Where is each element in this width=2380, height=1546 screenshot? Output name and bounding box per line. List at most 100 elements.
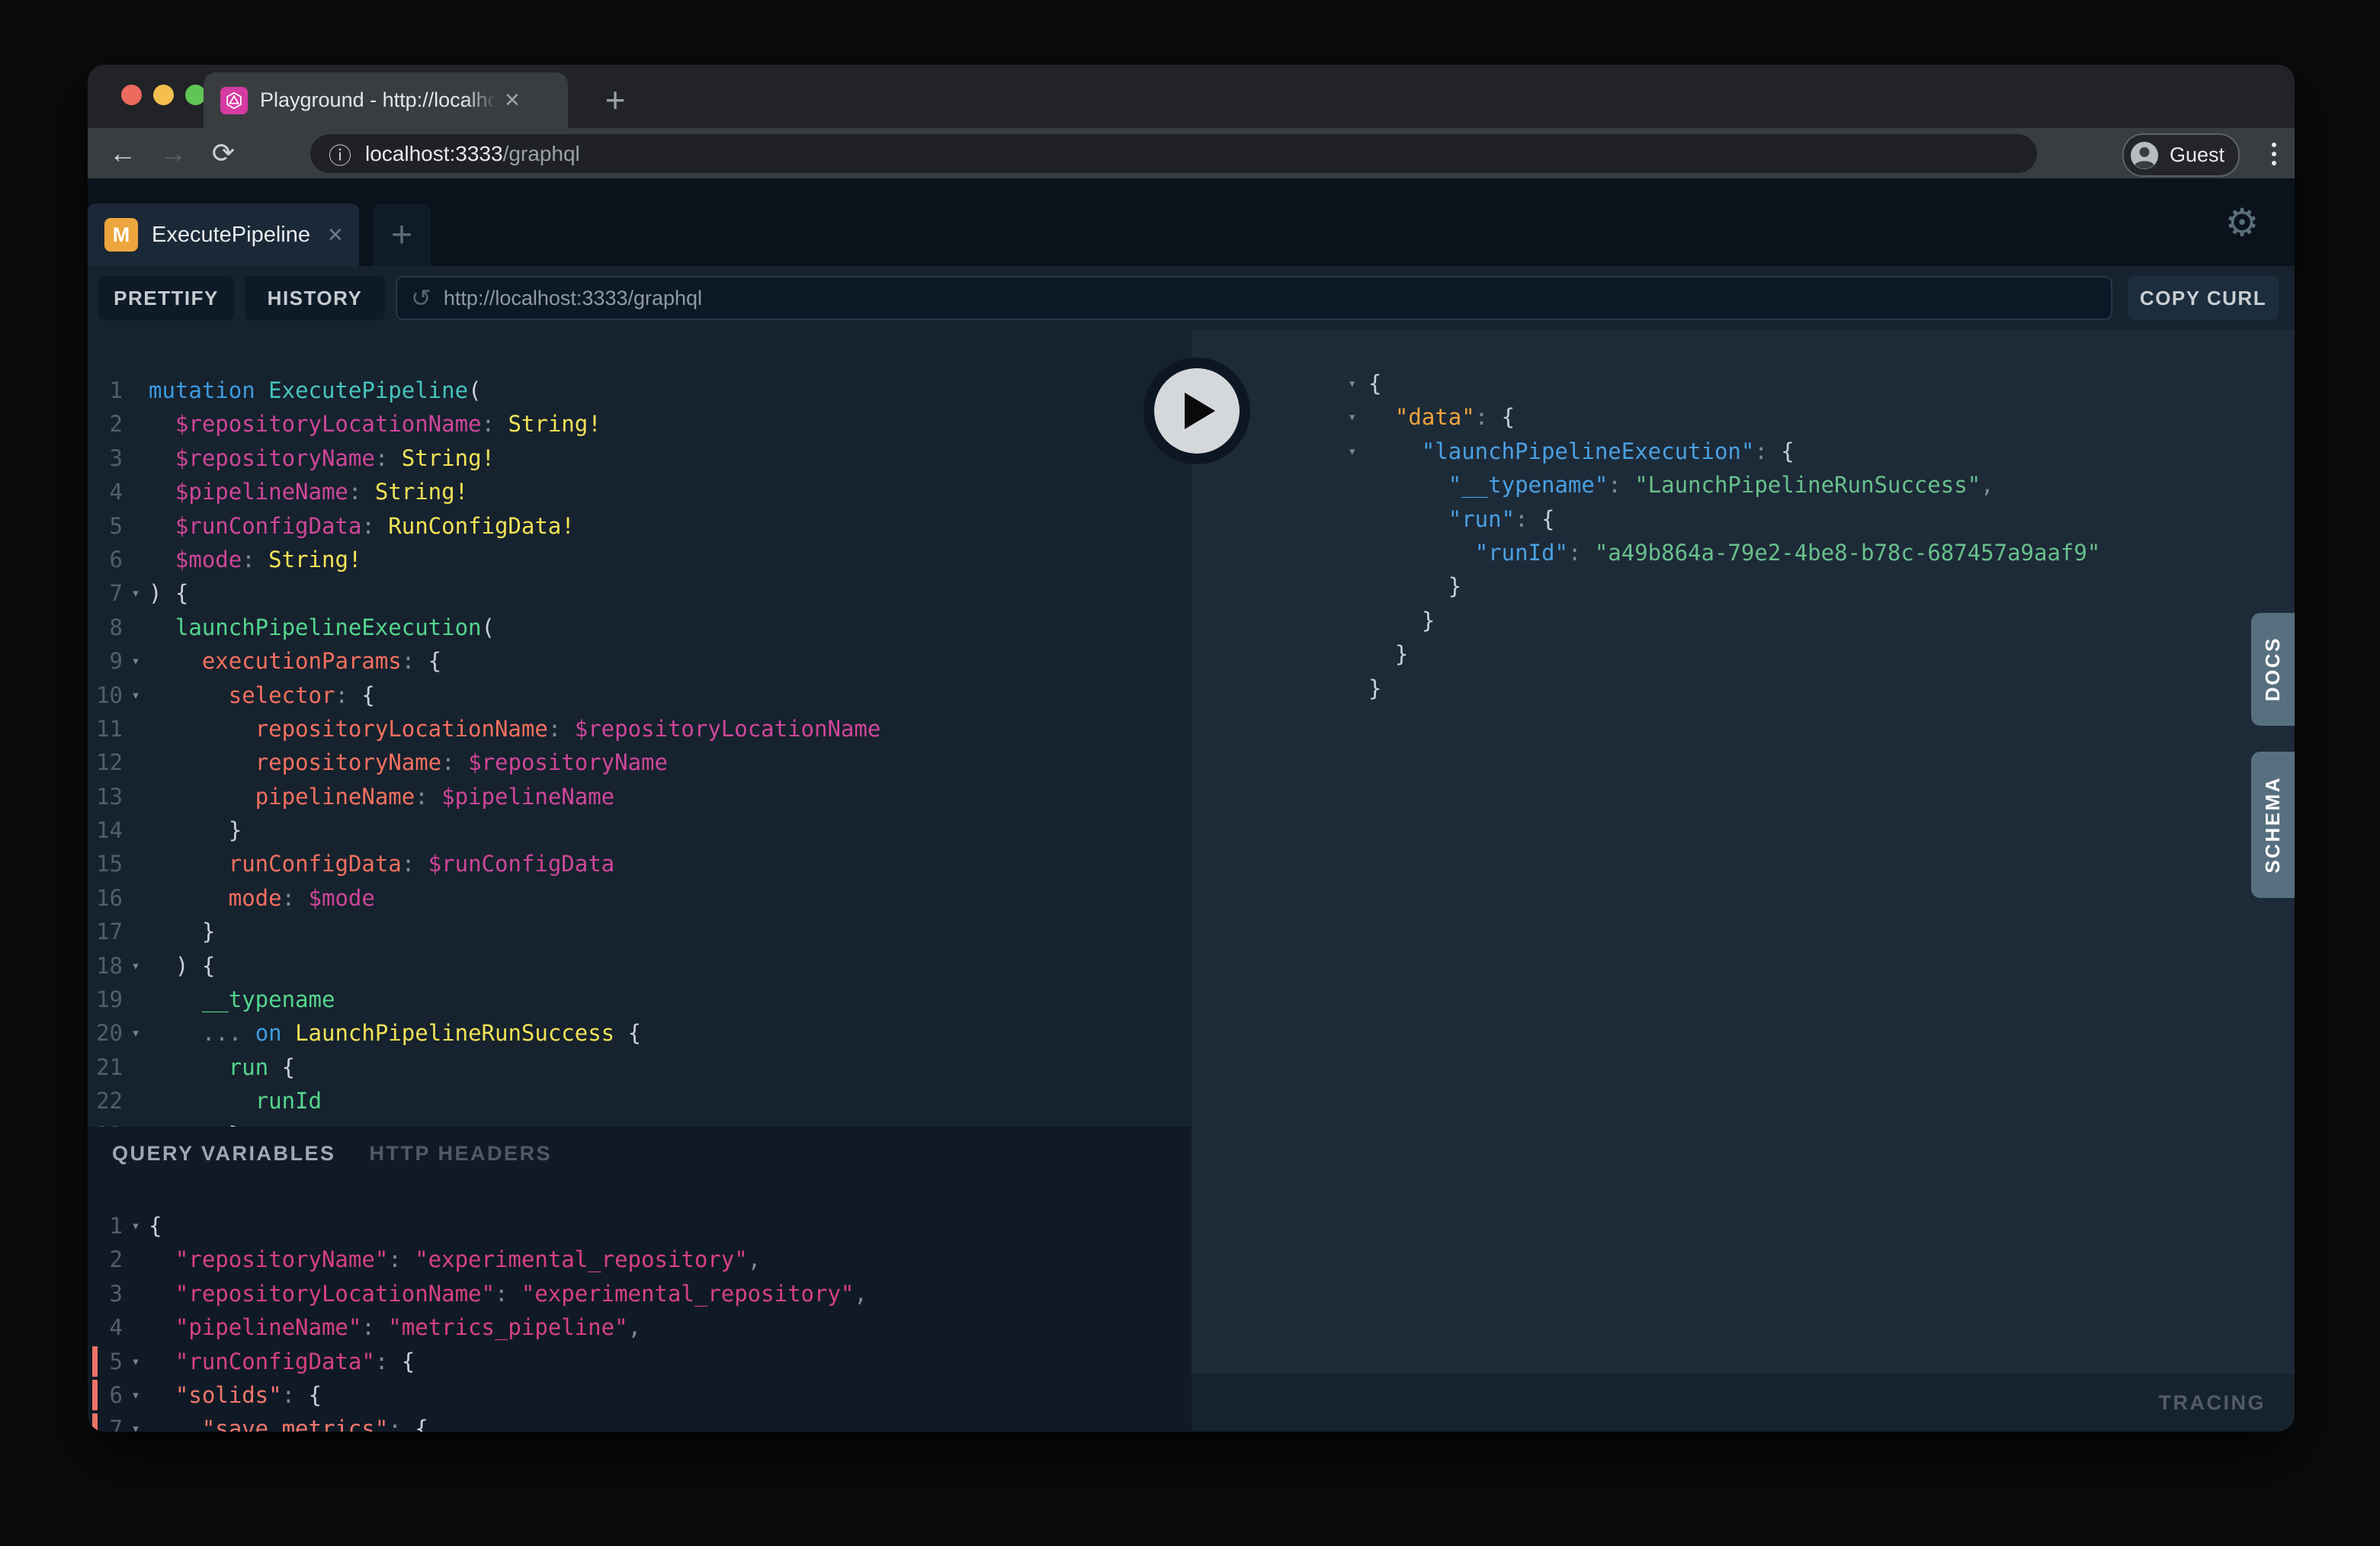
code-line: 23 } xyxy=(88,1118,1192,1127)
fold-arrow-icon[interactable]: ▾ xyxy=(123,1412,149,1432)
code-line: 10▾ selector: { xyxy=(88,678,1192,712)
code-line: ▾{ xyxy=(1192,367,2295,400)
playground-toolbar: PRETTIFY HISTORY ↺ http://localhost:3333… xyxy=(88,266,2295,330)
code-line: ▾ "data": { xyxy=(1192,400,2295,434)
back-icon[interactable]: ← xyxy=(101,128,144,178)
browser-tab[interactable]: Playground - http://localhost:3 ✕ xyxy=(204,72,568,128)
docs-side-tab-label: DOCS xyxy=(2261,637,2285,701)
code-line: 1▾{ xyxy=(88,1209,1192,1243)
code-line: 16 mode: $mode xyxy=(88,881,1192,915)
play-icon xyxy=(1185,393,1215,429)
code-line: 17 } xyxy=(88,915,1192,948)
code-line: 9▾ executionParams: { xyxy=(88,644,1192,678)
response-pane: ▾{▾ "data": {▾ "launchPipelineExecution"… xyxy=(1192,330,2295,1432)
code-line: 4 $pipelineName: String! xyxy=(88,475,1192,508)
browser-window: Playground - http://localhost:3 ✕ + ← → … xyxy=(88,65,2295,1432)
code-line: 1mutation ExecutePipeline( xyxy=(88,374,1192,407)
fold-arrow-icon[interactable]: ▾ xyxy=(123,1016,149,1050)
code-line: 7▾) { xyxy=(88,576,1192,610)
browser-titlebar: Playground - http://localhost:3 ✕ + xyxy=(88,65,2295,128)
code-line: 12 repositoryName: $repositoryName xyxy=(88,746,1192,779)
variables-editor-code[interactable]: 1▾{2 "repositoryName": "experimental_rep… xyxy=(88,1127,1192,1432)
mutation-badge: M xyxy=(104,218,138,252)
schema-side-tab-label: SCHEMA xyxy=(2261,776,2285,874)
settings-gear-icon[interactable]: ⚙ xyxy=(2219,200,2265,245)
code-line: 4 "pipelineName": "metrics_pipeline", xyxy=(88,1310,1192,1344)
browser-tab-title: Playground - http://localhost:3 xyxy=(260,88,496,112)
tab-query-variables[interactable]: QUERY VARIABLES xyxy=(112,1142,336,1166)
variables-tabs: QUERY VARIABLES HTTP HEADERS xyxy=(112,1142,552,1166)
playground-header: M ExecutePipeline ✕ + ⚙ xyxy=(88,178,2295,266)
zoom-window-button[interactable] xyxy=(185,85,206,105)
prettify-button[interactable]: PRETTIFY xyxy=(98,276,234,320)
query-editor-code[interactable]: 1mutation ExecutePipeline(2 $repositoryL… xyxy=(88,330,1192,1127)
code-line: 6▾ "solids": { xyxy=(88,1378,1192,1412)
code-line: 22 runId xyxy=(88,1084,1192,1118)
forward-icon[interactable]: → xyxy=(152,128,194,178)
code-line: 20▾ ... on LaunchPipelineRunSuccess { xyxy=(88,1016,1192,1050)
endpoint-input[interactable]: ↺ http://localhost:3333/graphql xyxy=(396,276,2112,320)
code-line: 11 repositoryLocationName: $repositoryLo… xyxy=(88,712,1192,746)
code-line: 5▾ "runConfigData": { xyxy=(88,1345,1192,1378)
query-editor-pane[interactable]: 1mutation ExecutePipeline(2 $repositoryL… xyxy=(88,330,1192,1127)
minimize-window-button[interactable] xyxy=(153,85,174,105)
fold-arrow-icon[interactable]: ▾ xyxy=(1348,400,1368,434)
code-line: "runId": "a49b864a-79e2-4be8-b78c-687457… xyxy=(1192,536,2295,569)
fold-arrow-icon[interactable]: ▾ xyxy=(123,678,149,712)
fold-arrow-icon[interactable]: ▾ xyxy=(123,949,149,983)
code-line: 13 pipelineName: $pipelineName xyxy=(88,780,1192,813)
session-tab-title: ExecutePipeline xyxy=(152,223,310,248)
code-line: } xyxy=(1192,637,2295,671)
tab-http-headers[interactable]: HTTP HEADERS xyxy=(370,1142,553,1166)
schema-side-tab[interactable]: SCHEMA xyxy=(2251,752,2295,898)
session-tab-close-icon[interactable]: ✕ xyxy=(327,223,344,247)
copy-curl-button[interactable]: COPY CURL xyxy=(2128,276,2279,320)
profile-avatar-icon xyxy=(2130,141,2159,170)
session-tab-executepipeline[interactable]: M ExecutePipeline ✕ xyxy=(88,204,359,266)
fold-arrow-icon[interactable]: ▾ xyxy=(123,644,149,678)
fold-arrow-icon[interactable]: ▾ xyxy=(123,576,149,610)
url-bar[interactable]: ⓘ localhost:3333 /graphql xyxy=(310,134,2037,173)
code-line: 5 $runConfigData: RunConfigData! xyxy=(88,509,1192,543)
graphql-playground: M ExecutePipeline ✕ + ⚙ PRETTIFY HISTORY… xyxy=(88,178,2295,1432)
code-line: 7▾ "save_metrics": { xyxy=(88,1412,1192,1432)
fold-arrow-icon[interactable]: ▾ xyxy=(123,1378,149,1412)
tracing-label: TRACING xyxy=(2159,1391,2266,1415)
screenshot-stage: Playground - http://localhost:3 ✕ + ← → … xyxy=(0,0,2380,1546)
history-button[interactable]: HISTORY xyxy=(245,276,385,320)
tracing-bar[interactable]: TRACING xyxy=(1192,1374,2295,1432)
site-info-icon[interactable]: ⓘ xyxy=(329,137,351,171)
new-tab-button[interactable]: + xyxy=(592,77,638,123)
response-json: ▾{▾ "data": {▾ "launchPipelineExecution"… xyxy=(1192,330,2295,705)
docs-side-tab[interactable]: DOCS xyxy=(2251,613,2295,726)
code-line: 14 } xyxy=(88,813,1192,847)
change-marker xyxy=(92,1380,98,1410)
code-line: } xyxy=(1192,569,2295,603)
execute-query-button[interactable] xyxy=(1143,358,1250,464)
fold-arrow-icon[interactable]: ▾ xyxy=(1348,435,1368,468)
browser-tab-close-icon[interactable]: ✕ xyxy=(504,88,521,112)
code-line: 6 $mode: String! xyxy=(88,543,1192,576)
query-variables-pane[interactable]: QUERY VARIABLES HTTP HEADERS 1▾{2 "repos… xyxy=(88,1127,1192,1432)
fold-arrow-icon[interactable]: ▾ xyxy=(123,1345,149,1378)
reload-icon[interactable]: ⟳ xyxy=(202,128,245,178)
profile-button[interactable]: Guest xyxy=(2122,133,2240,177)
close-window-button[interactable] xyxy=(121,85,142,105)
change-marker xyxy=(92,1413,98,1432)
browser-menu-icon[interactable] xyxy=(2257,137,2291,171)
code-line: 18▾ ) { xyxy=(88,949,1192,983)
code-line: ▾ "launchPipelineExecution": { xyxy=(1192,435,2295,468)
code-line: } xyxy=(1192,672,2295,705)
fold-arrow-icon[interactable]: ▾ xyxy=(1348,367,1368,400)
url-host: localhost:3333 xyxy=(365,142,503,166)
code-line: 2 $repositoryLocationName: String! xyxy=(88,407,1192,441)
profile-label: Guest xyxy=(2170,143,2224,167)
fold-arrow-icon[interactable]: ▾ xyxy=(123,1209,149,1243)
endpoint-reload-icon[interactable]: ↺ xyxy=(411,284,431,313)
change-marker xyxy=(92,1346,98,1377)
code-line: } xyxy=(1192,604,2295,637)
url-path: /graphql xyxy=(503,142,580,166)
new-session-button[interactable]: + xyxy=(373,204,431,266)
code-line: 15 runConfigData: $runConfigData xyxy=(88,847,1192,880)
code-line: 2 "repositoryName": "experimental_reposi… xyxy=(88,1243,1192,1276)
